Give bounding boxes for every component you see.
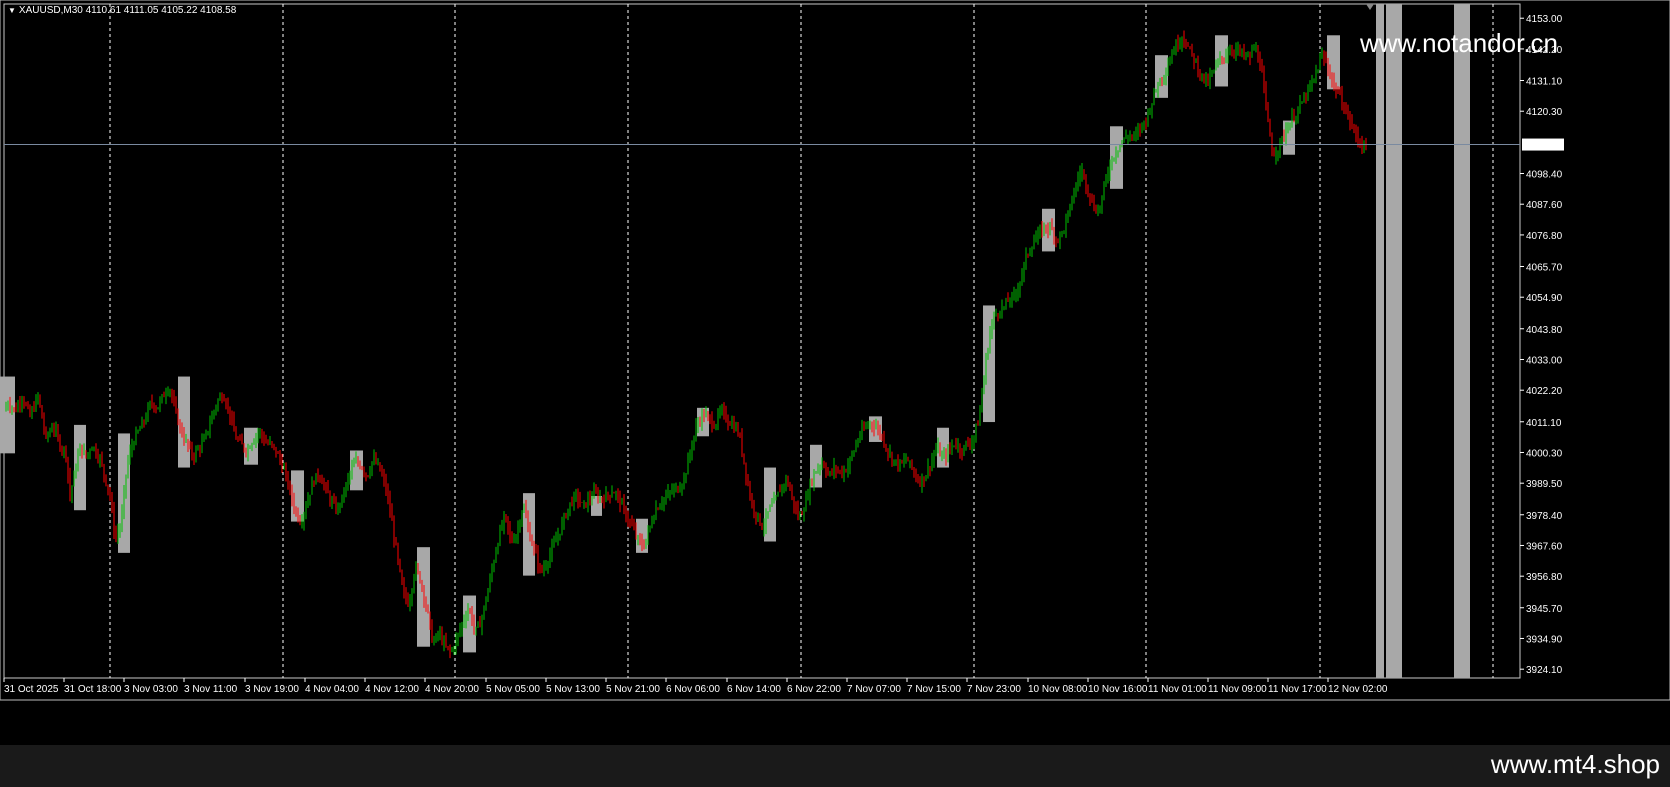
y-tick-label: 4065.70 [1526,262,1563,273]
x-tick-label: 7 Nov 07:00 [847,684,901,695]
y-tick-label: 4033.00 [1526,355,1563,366]
x-tick-label: 6 Nov 14:00 [727,684,781,695]
x-tick-label: 3 Nov 11:00 [184,684,238,695]
range-box [697,407,709,437]
y-tick-label: 4043.80 [1526,325,1563,336]
y-tick-label: 3989.50 [1526,479,1563,490]
session-bar [1386,4,1402,678]
range-box [0,376,15,454]
x-tick-label: 31 Oct 18:00 [64,684,122,695]
y-tick-label: 4011.10 [1526,418,1562,429]
y-tick-label: 3956.80 [1526,572,1563,583]
current-price-label: 4108.58 [1525,141,1562,152]
x-tick-label: 11 Nov 09:00 [1208,684,1267,695]
y-tick-label: 4000.30 [1526,448,1563,459]
x-tick-label: 5 Nov 13:00 [546,684,600,695]
y-tick-label: 4087.60 [1526,200,1563,211]
range-box [523,493,535,576]
x-tick-label: 10 Nov 16:00 [1088,684,1148,695]
y-tick-label: 4076.80 [1526,231,1563,242]
session-bar [1376,4,1384,678]
x-tick-label: 3 Nov 19:00 [245,684,299,695]
footer-bar: www.mt4.shop [0,745,1670,787]
y-tick-label: 3978.40 [1526,511,1563,522]
x-tick-label: 10 Nov 08:00 [1028,684,1088,695]
y-tick-label: 4022.20 [1526,386,1563,397]
watermark-text: www.notandor.cn [1360,28,1559,58]
symbol-info: ▼ XAUUSD,M30 4110.61 4111.05 4105.22 4108… [8,5,236,16]
y-tick-label: 3934.90 [1526,634,1563,645]
x-tick-label: 6 Nov 06:00 [666,684,720,695]
price-chart[interactable]: 4108.584153.004142.204131.104120.304098.… [0,0,1670,745]
x-tick-label: 31 Oct 2025 [4,684,59,695]
chart-outer-border [0,0,1670,701]
y-tick-label: 4120.30 [1526,107,1563,118]
y-tick-label: 4098.40 [1526,169,1563,180]
y-tick-label: 3967.60 [1526,541,1563,552]
x-tick-label: 11 Nov 01:00 [1148,684,1207,695]
session-bar [1454,4,1470,678]
shift-marker-icon[interactable] [1366,4,1374,10]
chart-area[interactable]: 4108.58 4153.00 4142.20 4131.10 4120.30 4098.… [0,0,1670,745]
x-tick-label: 4 Nov 12:00 [365,684,419,695]
symbol-ohlc-text: XAUUSD,M30 4110.61 4111.05 4105.22 4108.… [18,5,237,16]
range-box [983,305,995,423]
y-tick-label: 4131.10 [1526,77,1563,88]
x-tick-label: 7 Nov 15:00 [907,684,961,695]
x-tick-label: 4 Nov 04:00 [305,684,359,695]
x-tick-label: 4 Nov 20:00 [425,684,479,695]
y-tick-label: 4153.00 [1526,14,1563,25]
x-tick-label: 6 Nov 22:00 [787,684,841,695]
x-tick-label: 3 Nov 03:00 [124,684,178,695]
y-tick-label: 3924.10 [1526,665,1563,676]
x-tick-label: 5 Nov 05:00 [486,684,540,695]
footer-site-text: www.mt4.shop [1490,749,1660,779]
range-box [937,427,949,468]
range-box [1283,120,1295,155]
x-tick-label: 5 Nov 21:00 [606,684,660,695]
x-tick-label: 12 Nov 02:00 [1328,684,1388,695]
x-tick-label: 7 Nov 23:00 [967,684,1021,695]
plot-border [3,3,1521,679]
y-tick-label: 4054.90 [1526,293,1563,304]
y-tick-label: 3945.70 [1526,604,1563,615]
x-tick-label: 11 Nov 17:00 [1268,684,1327,695]
collapse-triangle-icon[interactable]: ▼ [8,6,16,15]
